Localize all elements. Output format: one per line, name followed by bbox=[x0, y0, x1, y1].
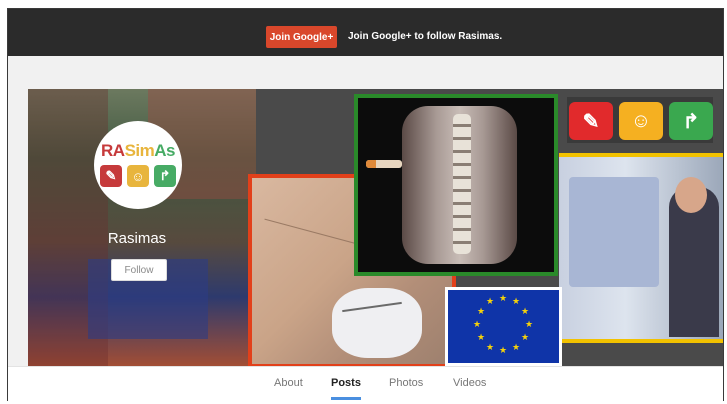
star-icon: ★ bbox=[473, 319, 482, 329]
logo-text: RASimAs bbox=[101, 141, 175, 160]
follow-button[interactable]: Follow bbox=[111, 259, 167, 281]
tab-videos[interactable]: Videos bbox=[453, 377, 486, 389]
ultrasound-icon: ☺ bbox=[127, 165, 149, 187]
star-icon: ★ bbox=[486, 342, 495, 352]
star-icon: ★ bbox=[512, 296, 521, 306]
arrow-icon: ↱ bbox=[154, 165, 176, 187]
star-icon: ★ bbox=[521, 306, 530, 316]
syringe-icon: ✎ bbox=[100, 165, 122, 187]
star-icon: ★ bbox=[521, 332, 530, 342]
logo-icons-strip: ✎ ☺ ↱ bbox=[567, 97, 713, 143]
star-icon: ★ bbox=[512, 342, 521, 352]
profile-tabs: About Posts Photos Videos bbox=[8, 366, 723, 401]
browser-frame: Join Google+ Join Google+ to follow Rasi… bbox=[7, 8, 724, 401]
syringe-icon: ✎ bbox=[569, 102, 613, 140]
spine-render-photo bbox=[354, 94, 558, 276]
eu-flag-field: ★ ★ ★ ★ ★ ★ ★ ★ ★ ★ ★ ★ bbox=[448, 290, 559, 363]
tab-posts[interactable]: Posts bbox=[331, 377, 361, 389]
syringe bbox=[366, 160, 402, 168]
person-head bbox=[675, 177, 707, 213]
star-icon: ★ bbox=[499, 293, 508, 303]
star-icon: ★ bbox=[525, 319, 534, 329]
star-icon: ★ bbox=[486, 296, 495, 306]
cover-photo: RASimAs ✎ ☺ ↱ Rasimas Follow ✎ ☺ ↱ ★ ★ ★… bbox=[28, 89, 723, 366]
active-tab-indicator bbox=[331, 397, 361, 400]
spine-column bbox=[453, 114, 471, 254]
tab-photos[interactable]: Photos bbox=[389, 377, 423, 389]
cover-left-blurred: RASimAs ✎ ☺ ↱ Rasimas Follow bbox=[28, 89, 256, 366]
arrow-icon: ↱ bbox=[669, 102, 713, 140]
tab-about[interactable]: About bbox=[274, 377, 303, 389]
avatar[interactable]: RASimAs ✎ ☺ ↱ bbox=[94, 121, 182, 209]
profile-name: Rasimas bbox=[107, 230, 167, 247]
top-bar: Join Google+ Join Google+ to follow Rasi… bbox=[8, 9, 723, 56]
join-google-plus-button[interactable]: Join Google+ bbox=[266, 26, 337, 48]
ultrasound-icon: ☺ bbox=[619, 102, 663, 140]
simulator-photo bbox=[559, 153, 723, 343]
star-icon: ★ bbox=[477, 306, 486, 316]
join-prompt-text: Join Google+ to follow Rasimas. bbox=[348, 31, 503, 42]
star-icon: ★ bbox=[477, 332, 486, 342]
glove bbox=[332, 288, 422, 358]
eu-flag: ★ ★ ★ ★ ★ ★ ★ ★ ★ ★ ★ ★ bbox=[445, 287, 562, 366]
star-icon: ★ bbox=[499, 345, 508, 355]
simulator-screen bbox=[569, 177, 659, 287]
